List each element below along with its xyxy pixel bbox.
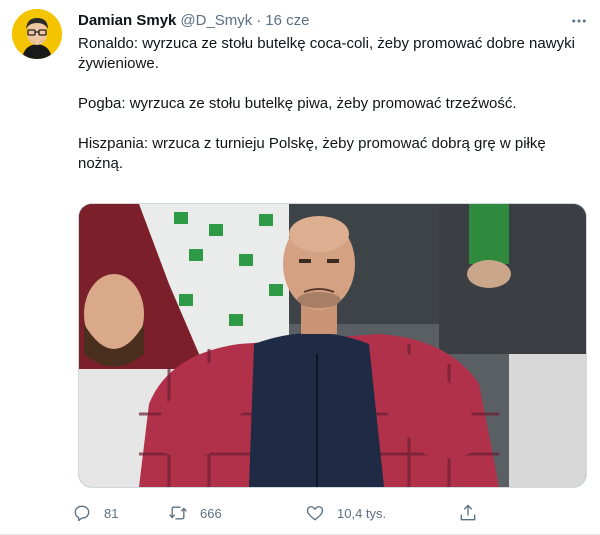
retweet-button[interactable]: 666 bbox=[168, 503, 305, 523]
reply-icon bbox=[74, 505, 90, 522]
share-button[interactable] bbox=[458, 503, 490, 523]
share-icon bbox=[460, 504, 476, 521]
author-handle[interactable]: @D_Smyk bbox=[180, 12, 252, 29]
tweet-photo[interactable] bbox=[78, 203, 587, 488]
retweet-count: 666 bbox=[200, 505, 222, 521]
more-options-button[interactable] bbox=[568, 10, 590, 32]
retweet-icon bbox=[169, 506, 187, 520]
tweet-actions: 81 666 10,4 tys. bbox=[72, 498, 512, 528]
author-name[interactable]: Damian Smyk bbox=[78, 12, 176, 29]
photo-illustration bbox=[79, 204, 586, 487]
tweet-content: Damian Smyk @D_Smyk · 16 cze Ronaldo: wy… bbox=[78, 8, 584, 174]
reply-count: 81 bbox=[104, 505, 119, 521]
tweet-paragraph: Hiszpania: wrzuca z turnieju Polskę, żeb… bbox=[78, 135, 546, 172]
reply-button[interactable]: 81 bbox=[72, 503, 168, 523]
like-count: 10,4 tys. bbox=[337, 505, 387, 521]
heart-icon bbox=[306, 506, 324, 521]
tweet-date[interactable]: 16 cze bbox=[265, 12, 309, 29]
like-button[interactable]: 10,4 tys. bbox=[305, 503, 458, 523]
tweet[interactable]: Damian Smyk @D_Smyk · 16 cze Ronaldo: wy… bbox=[0, 0, 600, 535]
more-horizontal-icon bbox=[572, 19, 586, 23]
separator-dot: · bbox=[256, 11, 262, 29]
avatar-illustration bbox=[12, 9, 62, 59]
tweet-paragraph: Ronaldo: wyrzuca ze stołu butelkę coca-c… bbox=[78, 35, 575, 72]
avatar[interactable] bbox=[12, 9, 62, 59]
tweet-text: Ronaldo: wyrzuca ze stołu butelkę coca-c… bbox=[78, 34, 584, 174]
tweet-paragraph: Pogba: wyrzuca ze stołu butelkę piwa, że… bbox=[78, 95, 517, 112]
tweet-header: Damian Smyk @D_Smyk · 16 cze bbox=[78, 8, 584, 32]
